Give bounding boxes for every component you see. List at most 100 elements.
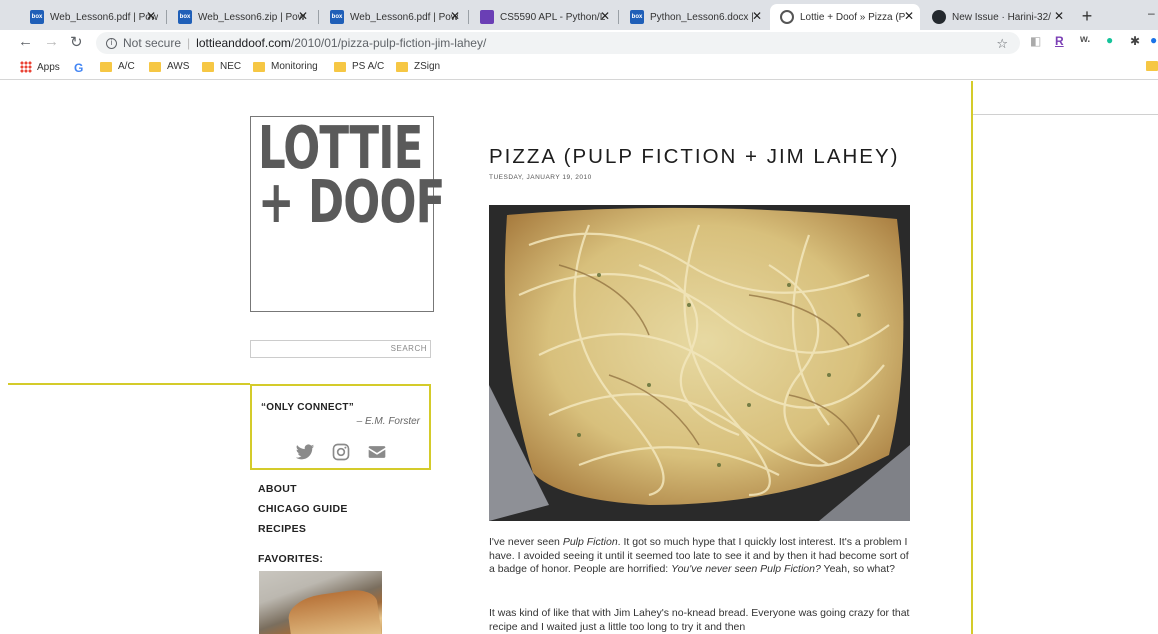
twitter-icon[interactable] [294, 442, 316, 462]
post-paragraph-1: I've never seen Pulp Fiction. It got so … [489, 536, 914, 577]
quote-panel: “ONLY CONNECT” – E.M. Forster [250, 384, 431, 470]
close-icon[interactable]: ✕ [1054, 9, 1064, 23]
bookmark-google[interactable]: G [74, 61, 87, 75]
github-icon [932, 10, 946, 24]
tab-web-lesson6-pdf-2[interactable]: box Web_Lesson6.pdf | Pow ✕ [320, 4, 466, 30]
tab-separator [318, 10, 319, 24]
folder-icon [253, 61, 265, 72]
tab-python-lesson6[interactable]: box Python_Lesson6.docx | ✕ [620, 4, 768, 30]
nav-chicago-guide[interactable]: CHICAGO GUIDE [258, 503, 348, 515]
tab-new-issue[interactable]: New Issue · Harini-32/ ✕ [922, 4, 1070, 30]
profile-icon[interactable]: ● [1150, 33, 1157, 47]
logo-line-2: + DOOF [258, 167, 445, 236]
star-icon[interactable]: ☆ [996, 36, 1008, 52]
back-icon[interactable]: ← [18, 33, 33, 50]
header-rule [973, 114, 1158, 115]
pizza-illustration [489, 205, 910, 521]
info-icon[interactable]: i [106, 37, 117, 49]
tab-title: Web_Lesson6.zip | Pow [198, 11, 305, 23]
accent-rule-horizontal [8, 383, 250, 385]
post-date: TUESDAY, JANUARY 19, 2010 [489, 174, 592, 181]
globe-icon [780, 10, 794, 24]
bookmark-label: ZSign [414, 61, 441, 72]
close-icon[interactable]: ✕ [298, 9, 308, 23]
nav-about[interactable]: ABOUT [258, 483, 297, 495]
extension-icon[interactable]: ◧ [1030, 34, 1041, 48]
folder-icon [100, 61, 112, 72]
tab-web-lesson6-pdf[interactable]: box Web_Lesson6.pdf | Pow ✕ [20, 4, 162, 30]
box-icon: box [630, 10, 644, 24]
bookmark-ac[interactable]: A/C [100, 61, 135, 72]
tab-title: Web_Lesson6.pdf | Pow [350, 11, 459, 23]
security-label: Not secure [123, 36, 182, 50]
favorites-heading: FAVORITES: [258, 553, 324, 565]
close-icon[interactable]: ✕ [146, 9, 156, 23]
tab-lottie-doof[interactable]: Lottie + Doof » Pizza (P ✕ [770, 4, 920, 30]
bookmark-nec[interactable]: NEC [202, 61, 241, 72]
new-tab-button[interactable]: + [1076, 6, 1098, 28]
text-run: I've never seen [489, 536, 563, 548]
bookmark-ps-ac[interactable]: PS A/C [334, 61, 384, 72]
grammarly-icon[interactable]: ● [1106, 33, 1113, 47]
tab-separator [468, 10, 469, 24]
pizza-photo [489, 205, 910, 521]
site-logo[interactable]: LOTTIE + DOOF [250, 116, 445, 312]
bookmark-label: PS A/C [352, 61, 385, 72]
tab-separator [618, 10, 619, 24]
bookmark-label: Monitoring [271, 61, 318, 72]
search-button[interactable]: SEARCH [391, 344, 427, 353]
search-input[interactable]: SEARCH [250, 340, 431, 358]
tab-separator [166, 10, 167, 24]
url-domain: lottieanddoof.com [196, 36, 291, 50]
reload-icon[interactable]: ↻ [70, 33, 83, 51]
tab-web-lesson6-zip[interactable]: box Web_Lesson6.zip | Pow ✕ [168, 4, 314, 30]
bookmark-aws[interactable]: AWS [149, 61, 189, 72]
google-icon: G [74, 61, 84, 75]
box-icon: box [330, 10, 344, 24]
address-bar[interactable]: i Not secure | lottieanddoof.com /2010/0… [96, 32, 1020, 54]
box-icon: box [178, 10, 192, 24]
bookmark-label: Apps [37, 61, 60, 73]
bookmark-zsign[interactable]: ZSign [396, 61, 440, 72]
quote-author: – E.M. Forster [356, 416, 420, 427]
close-icon[interactable]: ✕ [752, 9, 762, 23]
close-icon[interactable]: ✕ [904, 9, 914, 23]
favorite-thumbnail[interactable] [259, 571, 382, 634]
divider: | [187, 36, 191, 50]
puzzle-icon[interactable]: ✱ [1130, 34, 1140, 48]
forward-icon[interactable]: → [44, 33, 59, 50]
extension-r-icon[interactable]: R [1055, 34, 1064, 48]
close-icon[interactable]: ✕ [450, 9, 460, 23]
tab-title: Python_Lesson6.docx | [650, 11, 754, 23]
folder-icon [149, 61, 161, 72]
mail-icon[interactable] [366, 442, 388, 462]
minimize-button[interactable]: – [1148, 6, 1155, 20]
url-path: /2010/01/pizza-pulp-fiction-jim-lahey/ [290, 36, 487, 50]
bookmark-apps[interactable]: Apps [20, 61, 60, 73]
accent-rule-vertical [971, 81, 973, 634]
folder-icon [396, 61, 408, 72]
bookmark-monitoring[interactable]: Monitoring [253, 61, 318, 72]
nav-recipes[interactable]: RECIPES [258, 523, 306, 535]
italic-text: Pulp Fiction [562, 536, 618, 548]
post-title[interactable]: PIZZA (PULP FICTION + JIM LAHEY) [489, 145, 899, 169]
sheet-icon [480, 10, 494, 24]
tab-cs5590[interactable]: CS5590 APL - Python/L ✕ [470, 4, 616, 30]
folder-icon [1146, 61, 1158, 71]
bookmarks-bar: Apps G A/C AWS NEC Monitoring PS A/C ZSi… [0, 56, 1158, 80]
bookmark-label: AWS [167, 61, 190, 72]
extension-w-icon[interactable]: w. [1080, 34, 1090, 45]
instagram-icon[interactable] [330, 442, 352, 462]
tab-title: New Issue · Harini-32/ [952, 11, 1051, 23]
bookmark-overflow[interactable] [1146, 61, 1158, 71]
quote-text: “ONLY CONNECT” [261, 402, 355, 413]
browser-toolbar: ← → ↻ i Not secure | lottieanddoof.com /… [0, 30, 1158, 56]
post-paragraph-2: It was kind of like that with Jim Lahey'… [489, 607, 910, 633]
text-run: Yeah, so what? [820, 563, 895, 575]
folder-icon [202, 61, 214, 72]
close-icon[interactable]: ✕ [600, 9, 610, 23]
bookmark-label: NEC [220, 61, 242, 72]
tab-title: Lottie + Doof » Pizza (P [800, 11, 906, 23]
web-page: LOTTIE + DOOF SEARCH “ONLY CONNECT” – E.… [0, 81, 1158, 634]
bookmark-label: A/C [118, 61, 135, 72]
